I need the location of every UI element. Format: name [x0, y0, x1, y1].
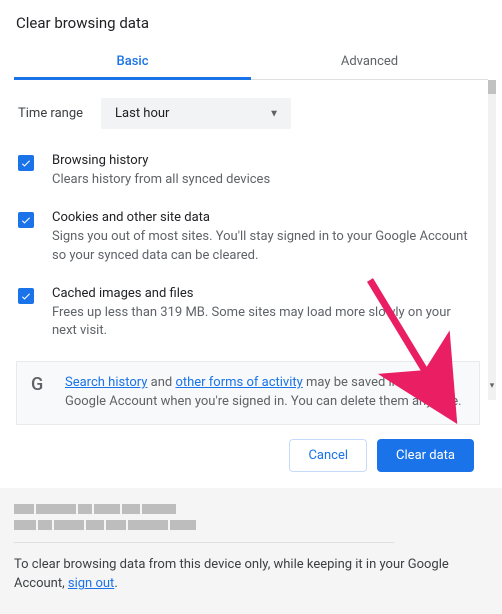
chevron-down-icon: ▼: [269, 108, 279, 119]
info-mid: and: [147, 375, 175, 390]
checkbox-browsing-history[interactable]: [18, 155, 34, 171]
option-title-cookies: Cookies and other site data: [52, 210, 478, 225]
time-range-value: Last hour: [115, 106, 169, 121]
time-range-label: Time range: [18, 106, 83, 121]
tab-basic[interactable]: Basic: [14, 44, 251, 79]
dialog-title: Clear browsing data: [14, 14, 488, 32]
option-sub-browsing-history: Clears history from all synced devices: [52, 171, 478, 190]
link-other-activity[interactable]: other forms of activity: [175, 375, 302, 390]
option-sub-cache: Frees up less than 319 MB. Some sites ma…: [52, 304, 478, 342]
footer-text: To clear browsing data from this device …: [14, 555, 488, 594]
check-icon: [20, 157, 32, 169]
footer-divider: [14, 542, 394, 543]
google-icon: G: [31, 374, 51, 395]
dialog-content: ▾ Time range Last hour ▼ Browsing histor…: [14, 80, 488, 425]
checkbox-cookies[interactable]: [18, 212, 34, 228]
option-title-cache: Cached images and files: [52, 286, 478, 301]
dialog-actions: Cancel Clear data: [14, 425, 488, 488]
tab-bar: Basic Advanced: [14, 44, 488, 80]
scrollbar-thumb[interactable]: [488, 80, 496, 94]
cancel-button[interactable]: Cancel: [289, 439, 367, 472]
info-box: G Search history and other forms of acti…: [16, 361, 480, 425]
footer-suffix: .: [114, 576, 117, 591]
clear-data-button[interactable]: Clear data: [377, 439, 474, 472]
scrollbar-down-icon[interactable]: ▾: [488, 380, 496, 392]
tab-advanced[interactable]: Advanced: [251, 44, 488, 79]
link-search-history[interactable]: Search history: [65, 375, 147, 390]
info-text: Search history and other forms of activi…: [65, 374, 465, 412]
scrollbar-track[interactable]: [488, 80, 496, 400]
option-sub-cookies: Signs you out of most sites. You'll stay…: [52, 228, 478, 266]
time-range-select[interactable]: Last hour ▼: [101, 98, 291, 129]
check-icon: [20, 290, 32, 302]
option-title-browsing-history: Browsing history: [52, 153, 478, 168]
redacted-user-info-2: [14, 520, 254, 530]
check-icon: [20, 214, 32, 226]
redacted-user-info: [14, 504, 254, 514]
checkbox-cache[interactable]: [18, 288, 34, 304]
footer-area: To clear browsing data from this device …: [0, 488, 502, 614]
link-sign-out[interactable]: sign out: [68, 576, 114, 591]
